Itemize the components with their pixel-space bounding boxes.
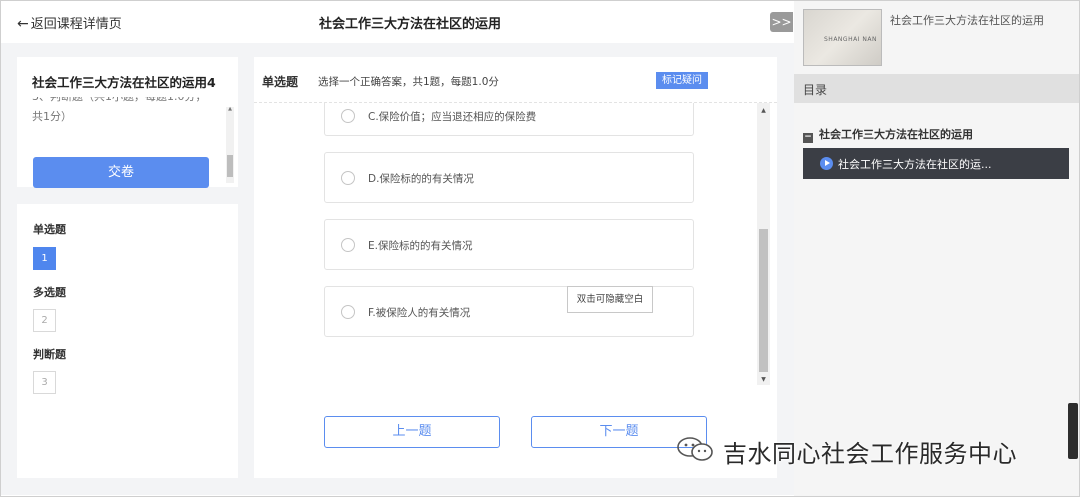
question-nav-card: 单选题 1 多选题 2 判断题 3 [17, 204, 238, 478]
collapse-minus-icon[interactable]: − [803, 133, 813, 143]
previous-question-button[interactable]: 上一题 [324, 416, 500, 448]
option-e[interactable]: E.保险标的的有关情况 [324, 219, 694, 270]
exam-description-line-1: 3、判断题（共1小题，每题1.0分， [32, 97, 220, 107]
radio-e[interactable] [341, 238, 355, 252]
side-drag-handle[interactable] [1068, 403, 1078, 459]
option-e-text: E.保险标的的有关情况 [368, 240, 473, 252]
question-number-3[interactable]: 3 [33, 371, 56, 394]
question-number-2[interactable]: 2 [33, 309, 56, 332]
back-arrow-icon: ← [17, 16, 29, 32]
section-title-single: 单选题 [33, 223, 66, 236]
question-number-1[interactable]: 1 [33, 247, 56, 270]
toc-header: 目录 [794, 74, 1079, 103]
submit-card-scrollbar[interactable]: ▲ [226, 106, 234, 183]
question-header: 单选题 选择一个正确答案，共1题，每题1.0分 标记疑问 [254, 57, 777, 103]
play-icon [820, 157, 833, 170]
exam-description-line-2: 共1分） [32, 110, 72, 123]
radio-f[interactable] [341, 305, 355, 319]
scroll-down-arrow-icon[interactable]: ▼ [757, 376, 770, 383]
submit-exam-button[interactable]: 交卷 [33, 157, 209, 188]
lesson-item-active[interactable]: 社会工作三大方法在社区的运... [803, 148, 1069, 179]
hide-blank-tooltip: 双击可隐藏空白 [567, 286, 653, 313]
scrollbar-thumb[interactable] [759, 229, 768, 372]
section-title-judgement: 判断题 [33, 348, 66, 361]
option-d-text: D.保险标的的有关情况 [368, 173, 474, 185]
collapse-panel-button[interactable]: >> [770, 12, 793, 32]
top-bar: ← 返回课程详情页 社会工作三大方法在社区的运用 [1, 1, 794, 43]
lesson-title: 社会工作三大方法在社区的运... [838, 158, 992, 171]
mark-doubt-button[interactable]: 标记疑问 [656, 72, 708, 89]
question-card: 单选题 选择一个正确答案，共1题，每题1.0分 标记疑问 C.保险价值；应当退还… [254, 57, 777, 478]
watermark-text: 吉水同心社会工作服务中心 [723, 440, 1017, 468]
back-to-course-link[interactable]: ← 返回课程详情页 [17, 13, 122, 32]
video-thumbnail[interactable]: SHANGHAI NAN [803, 9, 882, 66]
option-c-text: C.保险价值；应当退还相应的保险费 [368, 111, 537, 123]
chapter-title: 社会工作三大方法在社区的运用 [819, 128, 973, 141]
submit-card: 社会工作三大方法在社区的运用4 3、判断题（共1小题，每题1.0分， 共1分） … [17, 57, 238, 188]
toc-label: 目录 [803, 83, 828, 97]
scrollbar-thumb[interactable] [227, 155, 233, 177]
chapter-item[interactable]: − 社会工作三大方法在社区的运用 [803, 126, 973, 143]
question-type-label: 单选题 [262, 75, 299, 89]
back-link-label: 返回课程详情页 [30, 17, 122, 32]
exam-course-name: 社会工作三大方法在社区的运用4 [32, 75, 216, 90]
wechat-logo-icon [677, 437, 713, 461]
radio-c[interactable] [341, 109, 355, 123]
exam-description: 3、判断题（共1小题，每题1.0分， 共1分） [32, 97, 220, 142]
question-hint: 选择一个正确答案，共1题，每题1.0分 [318, 76, 499, 88]
option-f-text: F.被保险人的有关情况 [368, 307, 471, 319]
question-scrollbar[interactable]: ▲ ▼ [757, 103, 770, 385]
page-title: 社会工作三大方法在社区的运用 [319, 17, 502, 32]
scroll-up-arrow-icon[interactable]: ▲ [757, 107, 770, 114]
option-c[interactable]: C.保险价值；应当退还相应的保险费 [324, 103, 694, 136]
radio-d[interactable] [341, 171, 355, 185]
video-thumbnail-text: SHANGHAI NAN [824, 36, 877, 43]
right-panel: SHANGHAI NAN 社会工作三大方法在社区的运用 目录 − 社会工作三大方法… [794, 1, 1079, 496]
scroll-up-arrow-icon[interactable]: ▲ [226, 106, 234, 112]
section-title-multiple: 多选题 [33, 286, 66, 299]
video-title: 社会工作三大方法在社区的运用 [890, 14, 1044, 27]
option-d[interactable]: D.保险标的的有关情况 [324, 152, 694, 203]
